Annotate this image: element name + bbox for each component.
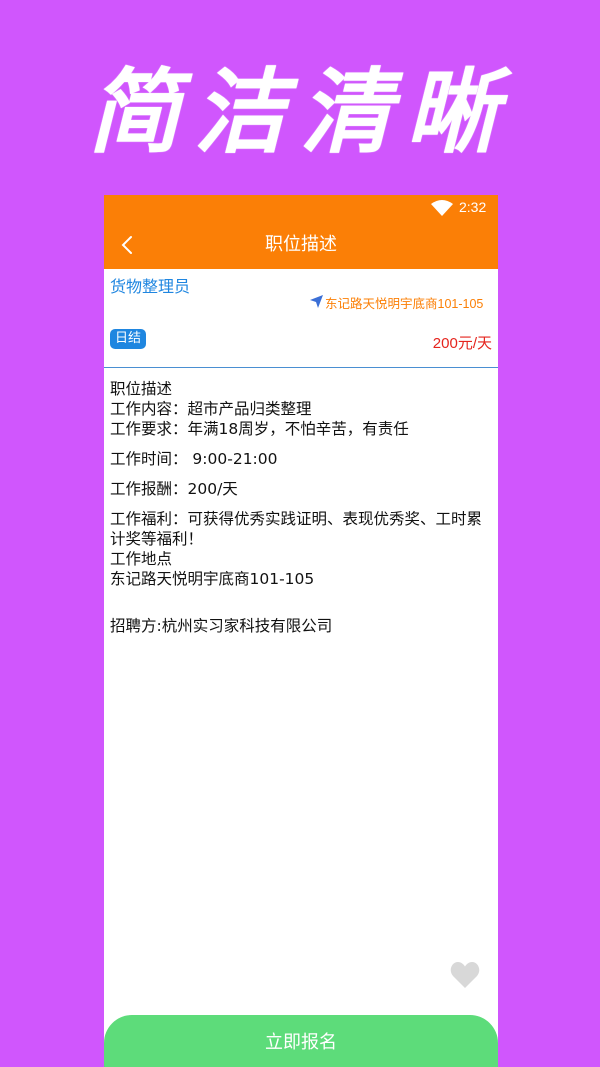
description-welfare: 工作福利：可获得优秀实践证明、表现优秀奖、工时累计奖等福利！ [110, 510, 483, 548]
description-time: 工作时间： 9:00-21:00 [110, 450, 278, 468]
job-description: 职位描述 工作内容：超市产品归类整理 工作要求：年满18周岁，不怕辛苦，有责任 … [110, 379, 495, 636]
promo-banner: 简洁清晰 [0, 0, 600, 195]
wifi-icon [431, 200, 453, 216]
phone-screen: 2:32 职位描述 货物整理员 东记路天悦明宇底商101-105 日结 200元… [104, 195, 498, 1067]
status-bar: 2:32 [104, 195, 498, 221]
page-title: 职位描述 [265, 234, 337, 255]
location-icon [310, 295, 323, 308]
job-address: 东记路天悦明宇底商101-105 [325, 297, 484, 311]
description-requirement: 工作要求：年满18周岁，不怕辛苦，有责任 [110, 420, 409, 438]
description-content: 工作内容：超市产品归类整理 [110, 400, 312, 418]
job-title: 货物整理员 [110, 277, 191, 296]
description-heading: 职位描述 [110, 380, 173, 398]
pay-type-badge: 日结 [110, 329, 147, 349]
description-place: 东记路天悦明宇底商101-105 [110, 570, 315, 588]
status-time: 2:32 [459, 199, 487, 215]
heart-icon[interactable] [450, 961, 480, 989]
description-place-label: 工作地点 [110, 550, 173, 568]
app-bar: 职位描述 [104, 221, 498, 269]
salary-text: 200元/天 [432, 335, 492, 352]
apply-button[interactable]: 立即报名 [104, 1015, 498, 1067]
divider [104, 367, 498, 368]
description-pay: 工作报酬：200/天 [110, 480, 238, 498]
description-employer: 招聘方:杭州实习家科技有限公司 [110, 617, 333, 635]
banner-title: 简洁清晰 [87, 58, 512, 166]
